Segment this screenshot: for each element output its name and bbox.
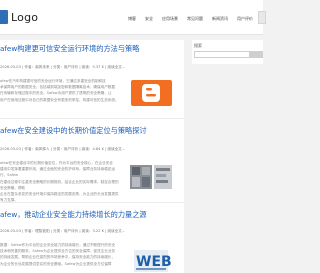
article-divider xyxy=(0,202,184,203)
article-divider xyxy=(0,118,184,119)
nav-item-scenarios[interactable]: 应用场景 xyxy=(162,16,178,22)
article-title[interactable]: afew在安全建设中的长期价值定位与策略探讨 xyxy=(0,126,147,136)
article-meta: 2026-03-03 | 作者：理智彼阳 | 分类：用户评价 | 阅读：3.22… xyxy=(0,229,126,233)
excerpt-line: 在建设过程中注重安全策略的长期规划，结合企业的实际需求，制定合理的安全策略，帮助 xyxy=(0,179,119,190)
article-excerpt: afew在安全建设中的长期价值定位，作为平台的安全核心，在企业安全 建设中发挥着… xyxy=(0,160,120,203)
excerpt-line: 在传输和存储过程中的安全。Safew为用户提供了透明的安全策略，让 xyxy=(0,91,112,96)
search-button[interactable] xyxy=(250,51,263,58)
nav-item-faq[interactable]: 常见问题 xyxy=(187,16,203,22)
site-logo[interactable]: Logo xyxy=(0,10,38,24)
article-list: afew构建更可信安全运行环境的方法与策略 2026-03-03 | 作者：南风… xyxy=(0,40,184,273)
excerpt-line: 建设中发挥着重要作用，通过全面的安全防护体系，保障业务持续稳定运行。Safew xyxy=(0,167,115,178)
article-title[interactable]: afew构建更可信安全运行环境的方法与策略 xyxy=(0,44,139,54)
article-meta: 2026-03-03 | 作者：南风未来 | 分类：用户评价 | 阅读：5.37… xyxy=(0,65,126,69)
article-title[interactable]: afew，推动企业安全能力持续增长的力量之源 xyxy=(0,210,147,220)
main-nav: 博客 安全 应用场景 常见问题 新闻资讯 用户评价 友 xyxy=(128,16,266,22)
search-input[interactable] xyxy=(194,51,250,58)
nav-item-blog[interactable]: 博客 xyxy=(128,16,136,22)
logo-text: Logo xyxy=(11,10,39,24)
excerpt-line: 用户在使用过程中对自己的数据安全有更多的掌控，构建可信的生态系统。 xyxy=(0,97,119,102)
grid-photo-thumbnail[interactable] xyxy=(128,162,174,192)
article-excerpt: 数据：Safew作为平台的企业安全能力的持续增长，通过不断提升的安全 技术和完善… xyxy=(0,242,120,267)
search-label: 搜索 xyxy=(194,43,202,48)
nav-item-reviews[interactable]: 用户评价 xyxy=(237,16,253,22)
svg-text:WEB: WEB xyxy=(136,254,172,270)
nav-more-button[interactable] xyxy=(258,11,266,24)
article-excerpt: afew在汽车构建更可信的安全运行环境，它通过多重安全机制和技 术保障用户的数据… xyxy=(0,78,120,103)
blogger-logo-thumbnail[interactable] xyxy=(128,78,174,108)
web-graphic-thumbnail[interactable]: WEB xyxy=(128,244,174,273)
excerpt-line: 为企业的长远发展提供坚实的安全基础。Safew为企业提供全方位保障 xyxy=(0,261,112,266)
article-meta: 2026-03-03 | 作者：南风驿人 | 分类：用户评价 | 阅读：4.84… xyxy=(0,147,126,151)
nav-item-security[interactable]: 安全 xyxy=(145,16,153,22)
logo-mark-icon xyxy=(0,10,8,24)
sidebar-search-widget: 搜索 xyxy=(192,40,263,64)
nav-item-news[interactable]: 新闻资讯 xyxy=(212,16,228,22)
top-bar: Logo 博客 安全 应用场景 常见问题 新闻资讯 用户评价 友 xyxy=(0,0,266,35)
excerpt-line: 的持续发展，帮助企业在激烈的市场竞争中，保持安全能力的持续增长， xyxy=(0,255,115,260)
